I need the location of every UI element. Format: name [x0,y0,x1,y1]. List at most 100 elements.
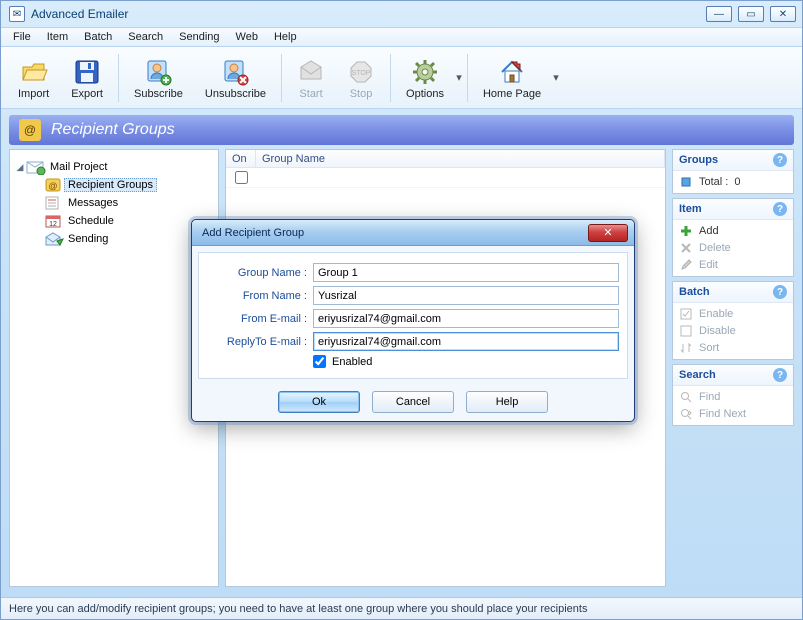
item-delete[interactable]: Delete [679,241,787,255]
enabled-checkbox[interactable] [313,355,326,368]
panel-search: Search? Find Find Next [672,364,794,426]
title-bar: ✉ Advanced Emailer — ▭ ✕ [1,1,802,27]
panel-title: Batch [679,286,710,298]
user-remove-icon [221,58,249,86]
search-find[interactable]: Find [679,390,787,404]
homepage-dropdown[interactable]: ▾ [552,64,560,92]
add-recipient-group-dialog: Add Recipient Group ✕ Group Name : From … [191,219,635,422]
batch-disable[interactable]: Disable [679,324,787,338]
menu-sending[interactable]: Sending [171,29,227,45]
panel-title: Search [679,369,716,381]
menu-web[interactable]: Web [228,29,266,45]
stop-button[interactable]: STOP Stop [336,53,386,103]
label: Find Next [699,408,746,420]
tree-item-label: Messages [64,197,122,209]
pencil-icon [679,258,693,272]
help-icon[interactable]: ? [773,285,787,299]
x-icon [679,241,693,255]
tree-item-schedule[interactable]: 12 Schedule [44,212,214,230]
replyto-email-label: ReplyTo E-mail : [207,336,307,348]
dialog-close-button[interactable]: ✕ [588,224,628,242]
schedule-icon: 12 [44,213,64,229]
replyto-email-input[interactable] [313,332,619,351]
menu-batch[interactable]: Batch [76,29,120,45]
minimize-button[interactable]: — [706,6,732,22]
toolbar-separator [390,54,391,102]
tree-root[interactable]: ◢ Mail Project [14,158,214,176]
subscribe-button[interactable]: Subscribe [123,53,194,103]
messages-icon [44,195,64,211]
tree-item-label: Schedule [64,215,118,227]
toolbar-separator [467,54,468,102]
options-dropdown[interactable]: ▾ [455,64,463,92]
from-name-input[interactable] [313,286,619,305]
magnifier-next-icon [679,407,693,421]
check-icon [679,307,693,321]
menu-search[interactable]: Search [120,29,171,45]
homepage-button[interactable]: Home Page ▾ [472,53,560,103]
menu-bar: File Item Batch Search Sending Web Help [1,27,802,47]
import-button[interactable]: Import [7,53,60,103]
project-icon [26,159,46,175]
item-add[interactable]: Add [679,224,787,238]
menu-file[interactable]: File [5,29,39,45]
plus-icon [679,224,693,238]
mail-send-icon [297,58,325,86]
export-label: Export [71,88,103,100]
sending-icon [44,231,64,247]
ok-button[interactable]: Ok [278,391,360,413]
label: Add [699,225,719,237]
search-find-next[interactable]: Find Next [679,407,787,421]
tree-item-label: Recipient Groups [64,178,157,192]
panel-item: Item? Add Delete Edit [672,198,794,277]
status-bar: Here you can add/modify recipient groups… [1,597,802,619]
tree-item-label: Sending [64,233,112,245]
unsubscribe-button[interactable]: Unsubscribe [194,53,277,103]
tree-item-sending[interactable]: Sending [44,230,214,248]
help-icon[interactable]: ? [773,202,787,216]
navigation-tree[interactable]: ◢ Mail Project @ Recipient Groups Messag… [9,149,219,587]
from-email-input[interactable] [313,309,619,328]
menu-item[interactable]: Item [39,29,76,45]
toolbar-separator [118,54,119,102]
panel-title: Item [679,203,702,215]
side-panels: Groups? Total : 0 Item? Add Delete Edit [672,149,794,587]
label: Find [699,391,720,403]
batch-sort[interactable]: Sort [679,341,787,355]
menu-help[interactable]: Help [266,29,305,45]
cancel-button[interactable]: Cancel [372,391,454,413]
svg-text:12: 12 [49,221,57,228]
tree-collapse-icon[interactable]: ◢ [14,162,26,173]
tree-item-recipient-groups[interactable]: @ Recipient Groups [44,176,214,194]
options-button[interactable]: Options ▾ [395,53,463,103]
close-button[interactable]: ✕ [770,6,796,22]
start-button[interactable]: Start [286,53,336,103]
section-title: Recipient Groups [51,121,175,139]
table-row[interactable] [226,168,665,188]
tree-root-label: Mail Project [46,161,111,173]
col-group-name[interactable]: Group Name [256,150,665,168]
row-enabled-checkbox[interactable] [235,171,248,184]
toolbar: Import Export Subscribe Unsubscribe [1,47,802,109]
help-button[interactable]: Help [466,391,548,413]
export-button[interactable]: Export [60,53,114,103]
label: Enable [699,308,733,320]
import-label: Import [18,88,49,100]
options-label: Options [406,88,444,100]
col-on[interactable]: On [226,150,256,168]
app-icon: ✉ [9,6,25,22]
user-add-icon [144,58,172,86]
dialog-title-bar[interactable]: Add Recipient Group ✕ [192,220,634,246]
batch-enable[interactable]: Enable [679,307,787,321]
item-edit[interactable]: Edit [679,258,787,272]
section-header: @ Recipient Groups [9,115,794,145]
tree-item-messages[interactable]: Messages [44,194,214,212]
table-header: On Group Name [226,150,665,168]
help-icon[interactable]: ? [773,368,787,382]
unsubscribe-label: Unsubscribe [205,88,266,100]
maximize-button[interactable]: ▭ [738,6,764,22]
label: Delete [699,242,731,254]
help-icon[interactable]: ? [773,153,787,167]
group-name-input[interactable] [313,263,619,282]
from-name-label: From Name : [207,290,307,302]
